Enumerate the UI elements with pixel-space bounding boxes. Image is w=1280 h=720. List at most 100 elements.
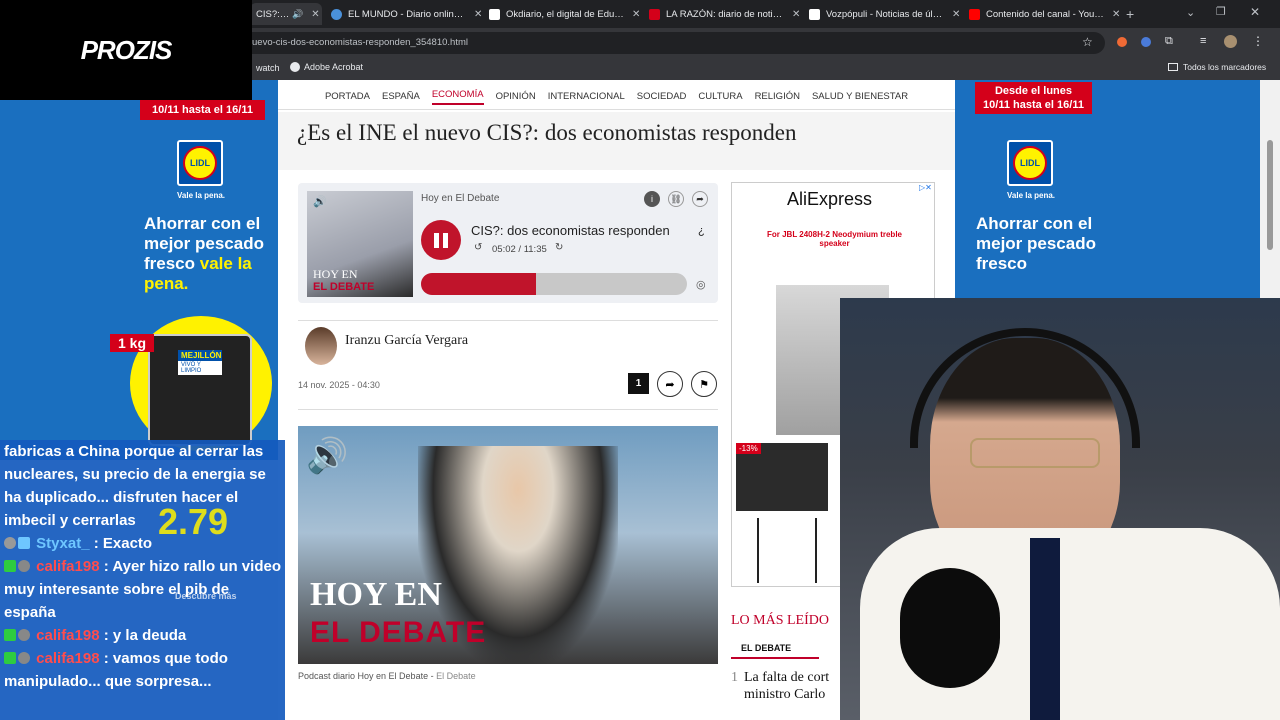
extension-icon[interactable]: [1141, 37, 1151, 47]
tab-label: Okdiario, el digital de Eduardo: [506, 8, 624, 20]
nav-economia[interactable]: ECONOMÍA: [431, 89, 484, 105]
forward-15-icon[interactable]: ↻: [555, 242, 563, 253]
glasses: [970, 438, 1100, 468]
nav-opinion[interactable]: OPINIÓN: [496, 91, 536, 102]
most-read-tab[interactable]: EL DEBATE: [731, 639, 819, 659]
profile-avatar[interactable]: [1224, 35, 1237, 48]
nav-internacional[interactable]: INTERNACIONAL: [548, 91, 625, 102]
thumb-title-line2: EL DEBATE: [313, 281, 375, 293]
tab-el-mundo[interactable]: EL MUNDO - Diario online líder ✕: [325, 3, 483, 25]
lidl-tagline: Vale la pena.: [177, 191, 226, 200]
lidl-ad-left[interactable]: 10/11 hasta el 16/11 LIDL Vale la pena. …: [0, 80, 278, 460]
chat-username: califa198: [36, 558, 100, 575]
progress-fill: [421, 273, 537, 295]
nav-sociedad[interactable]: SOCIEDAD: [637, 91, 687, 102]
author-avatar[interactable]: [305, 327, 337, 365]
vozpopuli-favicon-icon: [809, 8, 820, 20]
page-scrollbar[interactable]: [1262, 80, 1280, 300]
share-button[interactable]: ➦: [657, 371, 683, 397]
episode-title: CIS?: dos economistas responden: [471, 223, 670, 238]
tab-vozpopuli[interactable]: Vozpópuli - Noticias de última ✕: [803, 3, 961, 25]
chat-message: califa198 : vamos que todo manipulado...…: [4, 650, 228, 690]
bookmark-watch[interactable]: watch: [256, 63, 280, 73]
media-control-icon[interactable]: ≡: [1200, 35, 1206, 47]
webcam-feed: [840, 298, 1280, 720]
close-icon[interactable]: ✕: [952, 9, 960, 20]
chat-username: califa198: [36, 650, 100, 667]
all-bookmarks[interactable]: Todos los marcadores: [1168, 62, 1266, 72]
close-icon[interactable]: ✕: [792, 9, 800, 20]
close-icon[interactable]: ✕: [311, 9, 319, 20]
tab-el-debate[interactable]: CIS?: do 🔊 ✕: [250, 3, 322, 25]
close-icon[interactable]: ✕: [1112, 9, 1120, 20]
most-read-item[interactable]: 1 La falta de cort ministro Carlo: [731, 669, 840, 703]
chat-message: califa198 : Ayer hizo rallo un video muy…: [4, 558, 281, 621]
nav-cultura[interactable]: CULTURA: [698, 91, 742, 102]
puzzle-icon[interactable]: ⧉: [1165, 35, 1173, 48]
tab-label: Vozpópuli - Noticias de última: [826, 8, 944, 20]
restore-window-icon[interactable]: ❐: [1216, 5, 1226, 18]
promo-dates: Desde el lunes 10/11 hasta el 16/11: [975, 82, 1092, 114]
comments-badge[interactable]: 1: [628, 373, 649, 394]
close-icon[interactable]: ✕: [632, 9, 640, 20]
tab-okdiario[interactable]: Okdiario, el digital de Eduardo ✕: [483, 3, 641, 25]
tab-label: EL MUNDO - Diario online líder: [348, 8, 466, 20]
link-icon[interactable]: ⛓: [668, 191, 684, 207]
hero-image[interactable]: 🔊 HOY EN EL DEBATE: [298, 426, 718, 664]
tab-label: Contenido del canal - YouTube: [986, 8, 1104, 20]
tab-label: LA RAZÓN: diario de noticias, a: [666, 8, 784, 20]
all-bookmarks-label: Todos los marcadores: [1183, 62, 1267, 72]
kebab-menu-icon[interactable]: ⋮: [1252, 34, 1264, 48]
bookmark-icon[interactable]: ⚑: [691, 371, 717, 397]
nav-religion[interactable]: RELIGIÓN: [755, 91, 800, 102]
chat-username: califa198: [36, 627, 100, 644]
most-read-title: LO MÁS LEÍDO: [731, 613, 829, 628]
bookmark-adobe-acrobat[interactable]: Adobe Acrobat: [290, 62, 363, 72]
section-nav: PORTADA ESPAÑA ECONOMÍA OPINIÓN INTERNAC…: [278, 84, 955, 110]
tab-label: CIS?: do: [256, 8, 290, 20]
close-window-icon[interactable]: ✕: [1250, 5, 1260, 19]
podcast-show: Hoy en El Debate: [421, 193, 500, 204]
image-caption: Podcast diario Hoy en El Debate - El Deb…: [298, 671, 476, 681]
extension-icon[interactable]: [1117, 37, 1127, 47]
ad-brand: AliExpress: [787, 189, 873, 209]
okdiario-favicon-icon: [489, 8, 500, 20]
thumb-title-line1: HOY EN: [313, 267, 358, 281]
rewind-15-icon[interactable]: ↺: [474, 242, 482, 253]
tab-search-icon[interactable]: ⌄: [1186, 6, 1195, 19]
nav-espana[interactable]: ESPAÑA: [382, 91, 420, 102]
close-icon[interactable]: ✕: [474, 9, 482, 20]
new-tab-button[interactable]: +: [1126, 6, 1134, 22]
article-headline: ¿Es el INE el nuevo CIS?: dos economista…: [297, 120, 797, 145]
stream-chat: fabricas a China porque al cerrar las nu…: [0, 440, 285, 720]
lidl-tagline: Vale la pena.: [1007, 191, 1056, 200]
progress-waveform[interactable]: [421, 273, 687, 295]
hero-title-line2: EL DEBATE: [310, 616, 487, 649]
lidl-logo: LIDL: [177, 140, 223, 186]
lidl-logo: LIDL: [1007, 140, 1053, 186]
bookmark-star-icon[interactable]: ☆: [1082, 35, 1093, 49]
tab-youtube[interactable]: Contenido del canal - YouTube ✕: [963, 3, 1121, 25]
lidl-ad-right[interactable]: Desde el lunes 10/11 hasta el 16/11 LIDL…: [955, 80, 1260, 300]
weight-badge: 1 kg: [110, 334, 155, 352]
speaker-icon: 🔊: [313, 196, 327, 208]
speaker-icon: 🔊: [306, 437, 349, 475]
share-icon[interactable]: ➦: [692, 191, 708, 207]
nav-portada[interactable]: PORTADA: [325, 91, 370, 102]
url-text: uevo-cis-dos-economistas-responden_35481…: [252, 37, 468, 48]
discount-badge: -13%: [736, 443, 761, 454]
nav-salud-bienestar[interactable]: SALUD Y BIENESTAR: [812, 91, 908, 102]
tie: [1030, 538, 1060, 720]
episode-title-overflow: ¿: [698, 225, 705, 237]
tab-audio-icon[interactable]: 🔊: [292, 9, 303, 20]
ad-cta: Descubre más: [175, 591, 237, 601]
tab-la-razon[interactable]: LA RAZÓN: diario de noticias, a ✕: [643, 3, 801, 25]
most-read: LO MÁS LEÍDO EL DEBATE 1 La falta de cort…: [731, 610, 840, 720]
speed-icon[interactable]: ◎: [696, 278, 706, 291]
hero-title-line1: HOY EN: [310, 576, 442, 613]
info-icon[interactable]: i: [644, 191, 660, 207]
address-bar[interactable]: uevo-cis-dos-economistas-responden_35481…: [240, 32, 1105, 54]
author-name[interactable]: Iranzu García Vergara: [345, 333, 468, 349]
pause-button[interactable]: [421, 220, 461, 260]
adchoices-icon[interactable]: ▷✕: [919, 183, 935, 193]
